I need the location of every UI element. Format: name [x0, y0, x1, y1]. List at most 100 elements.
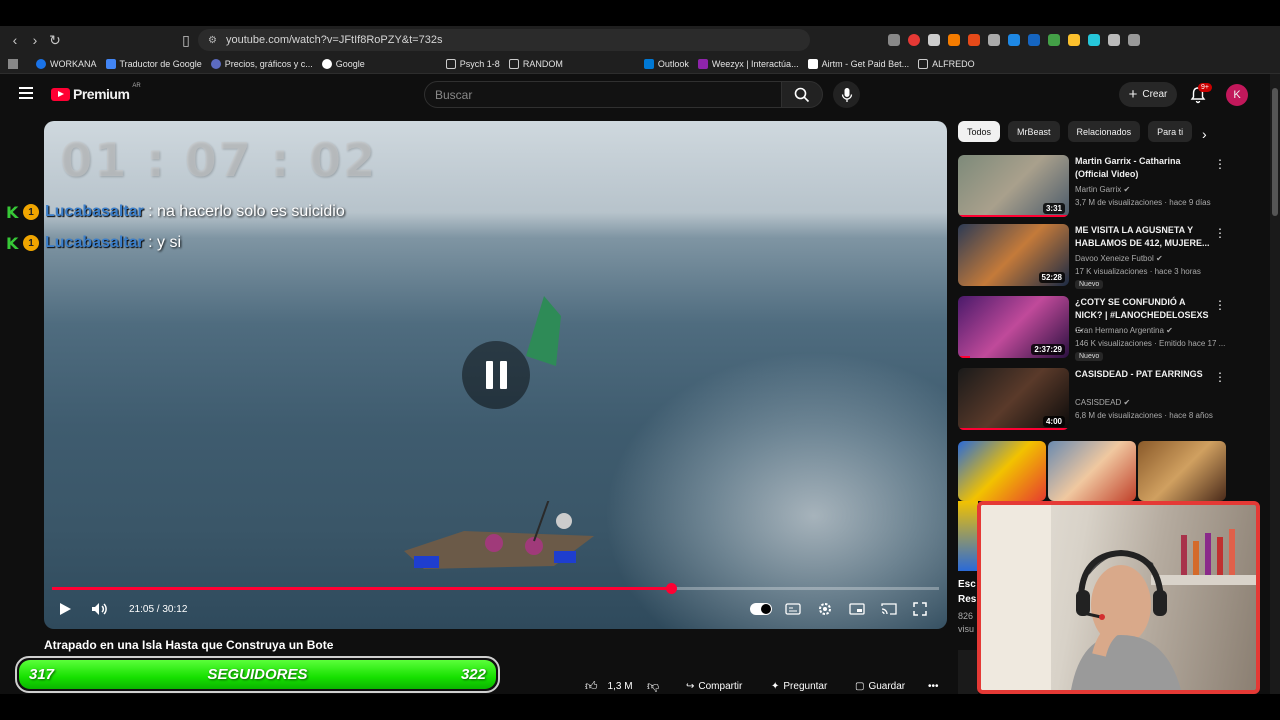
time-display: 21:05 / 30:12 [129, 603, 188, 615]
video-thumbnail[interactable] [958, 650, 978, 694]
extension-icon[interactable] [908, 34, 920, 46]
watched-progress [958, 428, 1069, 430]
bookmark-item[interactable]: Traductor de Google [105, 58, 202, 69]
extension-icon[interactable] [1128, 34, 1140, 46]
more-options-icon[interactable]: ⋮ [1214, 226, 1226, 240]
video-thumbnail[interactable]: 2:37:29 [958, 296, 1069, 358]
raft-image [404, 501, 594, 569]
video-player[interactable]: 01 : 07 : 02 21:05 / 30:12 [44, 121, 947, 629]
settings-icon[interactable] [817, 599, 833, 619]
chevron-right-icon[interactable]: › [1202, 126, 1207, 142]
more-options-icon[interactable]: ⋮ [1214, 157, 1226, 171]
video-thumbnail[interactable] [1048, 441, 1136, 501]
plus-icon: + [1128, 86, 1138, 103]
more-options-icon[interactable]: ⋮ [1214, 370, 1226, 384]
address-bar[interactable]: ⚙ youtube.com/watch?v=JFtIf8RoPZY&t=732s [198, 29, 810, 51]
rec-channel[interactable]: Davoo Xeneize Futbol ✔ [1075, 254, 1163, 263]
subtitles-icon[interactable] [785, 599, 801, 619]
video-thumbnail[interactable]: 52:28 [958, 224, 1069, 286]
create-button[interactable]: + Crear [1119, 82, 1177, 107]
site-info-icon[interactable]: ⚙ [208, 35, 218, 46]
thumbs-up-icon: 👍︎ [585, 678, 598, 693]
rec-channel[interactable]: Gran Hermano Argentina ✔ [1075, 326, 1173, 335]
recommended-video[interactable]: 3:31 Martin Garrix - Catharina (Official… [958, 155, 1228, 219]
search-button[interactable] [781, 81, 823, 108]
play-button[interactable] [58, 599, 72, 619]
stream-timer: 01 : 07 : 02 [60, 133, 377, 187]
ask-button[interactable]: ✦ Preguntar [771, 678, 827, 694]
miniplayer-icon[interactable] [849, 599, 865, 619]
like-button[interactable]: 👍︎ 1,3 M [585, 678, 633, 694]
play-icon [60, 603, 71, 615]
bookmark-item[interactable]: WORKANA [36, 58, 97, 69]
extension-icon[interactable] [988, 34, 1000, 46]
bookmark-icon[interactable]: ▯ [176, 30, 196, 50]
chat-message: K 1 Lucabasaltar : y si [6, 231, 181, 255]
bookmark-item[interactable]: Precios, gráficos y c... [210, 58, 313, 69]
youtube-logo[interactable]: Premium AR [51, 83, 141, 102]
followers-goal-bar: 317 SEGUIDORES 322 [15, 656, 500, 693]
watched-progress [958, 356, 970, 358]
extension-icon[interactable] [888, 34, 900, 46]
chat-text: : y si [143, 234, 182, 251]
bookmark-item[interactable]: Airtm - Get Paid Bet... [807, 58, 909, 69]
chip-all[interactable]: Todos [958, 121, 1001, 142]
video-thumbnail[interactable] [958, 501, 978, 571]
pause-button[interactable] [462, 341, 530, 409]
scrollbar-thumb[interactable] [1272, 88, 1278, 216]
forward-icon[interactable]: › [25, 30, 45, 50]
chip-for-you[interactable]: Para ti [1148, 121, 1193, 142]
rec-channel[interactable]: CASISDEAD ✔ [1075, 398, 1130, 407]
rec-title[interactable]: CASISDEAD - PAT EARRINGS [1075, 368, 1215, 381]
chip-related[interactable]: Relacionados [1067, 121, 1141, 142]
extension-icon[interactable] [928, 34, 940, 46]
bookmark-item[interactable]: Google [321, 58, 365, 69]
extension-icon[interactable] [948, 34, 960, 46]
extension-icon[interactable] [1048, 34, 1060, 46]
recommended-video[interactable]: 52:28 ME VISITA LA AGUSNETA Y HABLAMOS D… [958, 224, 1228, 289]
bookmark-folder[interactable]: RANDOM [508, 58, 563, 69]
bookmark-folder[interactable]: Psych 1-8 [445, 58, 500, 69]
rec-title-fragment: Esc [958, 579, 976, 590]
rec-title[interactable]: Martin Garrix - Catharina (Official Vide… [1075, 155, 1215, 181]
reload-icon[interactable]: ↻ [45, 30, 65, 50]
share-button[interactable]: ↪ Compartir [686, 678, 742, 694]
rec-channel[interactable]: Martin Garrix ✔ [1075, 185, 1130, 194]
verified-icon: ✔ [1155, 254, 1163, 263]
verified-icon: ✔ [1123, 398, 1131, 407]
extension-icon[interactable] [1008, 34, 1020, 46]
video-thumbnail[interactable]: 4:00 [958, 368, 1069, 430]
dislike-button[interactable]: 👎︎ [647, 678, 659, 694]
search-input[interactable]: Buscar [424, 81, 782, 108]
extension-icon[interactable] [1028, 34, 1040, 46]
extension-icon[interactable] [968, 34, 980, 46]
extension-icon[interactable] [1088, 34, 1100, 46]
autoplay-toggle[interactable] [750, 599, 772, 619]
chip-mrbeast[interactable]: MrBeast [1008, 121, 1060, 142]
back-icon[interactable]: ‹ [5, 30, 25, 50]
more-actions-icon[interactable]: ••• [928, 678, 939, 694]
volume-button[interactable] [91, 599, 109, 619]
bookmark-folder[interactable]: ALFREDO [918, 58, 975, 69]
bookmark-item[interactable]: Weezyx | Interactúa... [697, 58, 799, 69]
save-button[interactable]: ▢ Guardar [855, 678, 905, 694]
apps-icon[interactable] [8, 58, 18, 69]
fullscreen-icon[interactable] [913, 599, 927, 619]
recommended-video[interactable]: 2:37:29 ¿COTY SE CONFUNDIÓ A NICK? | #LA… [958, 296, 1228, 361]
progress-bar[interactable] [52, 583, 939, 594]
video-thumbnail[interactable] [958, 441, 1046, 501]
rec-title[interactable]: ME VISITA LA AGUSNETA Y HABLAMOS DE 412,… [1075, 224, 1215, 250]
page-scrollbar[interactable] [1270, 74, 1280, 694]
bookmark-item[interactable]: Outlook [643, 58, 689, 69]
avatar[interactable]: K [1226, 84, 1248, 106]
recommended-video[interactable]: 4:00 CASISDEAD - PAT EARRINGS CASISDEAD … [958, 368, 1228, 432]
chat-text: : na hacerlo solo es suicidio [143, 203, 345, 220]
video-thumbnail[interactable] [1138, 441, 1226, 501]
puzzle-icon[interactable] [1108, 34, 1120, 46]
video-thumbnail[interactable]: 3:31 [958, 155, 1069, 217]
voice-search-button[interactable] [833, 81, 860, 108]
more-options-icon[interactable]: ⋮ [1214, 298, 1226, 312]
cast-icon[interactable] [881, 599, 897, 619]
menu-icon[interactable] [19, 87, 33, 99]
extension-icon[interactable] [1068, 34, 1080, 46]
